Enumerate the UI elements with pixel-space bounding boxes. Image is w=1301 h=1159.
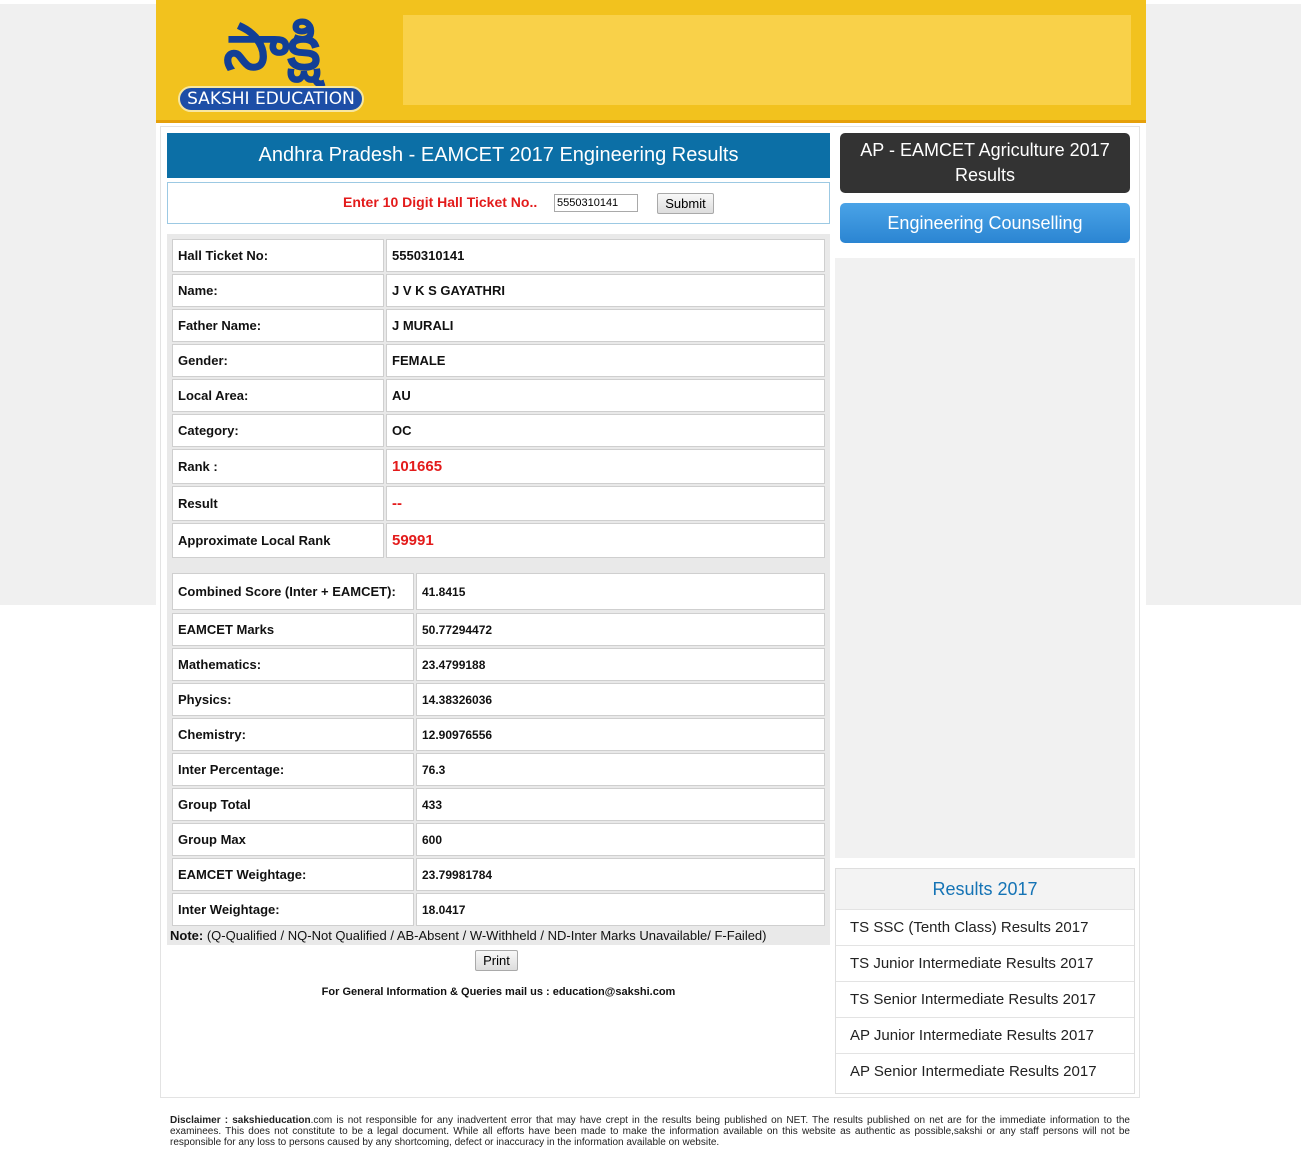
hall-ticket-form: Enter 10 Digit Hall Ticket No.. Submit [167,182,830,224]
results-links-panel: Results 2017 TS SSC (Tenth Class) Result… [835,868,1135,1094]
score-field-value: 23.79981784 [416,858,825,891]
header-ad-banner [403,15,1131,105]
agriculture-results-button[interactable]: AP - EAMCET Agriculture 2017 Results [840,133,1130,193]
legend-note: Note: (Q-Qualified / NQ-Not Qualified / … [170,928,767,943]
results-link[interactable]: TS Junior Intermediate Results 2017 [836,946,1134,982]
engineering-counselling-button[interactable]: Engineering Counselling [840,203,1130,243]
site-header: సాక్షి SAKSHI EDUCATION [156,0,1146,123]
candidate-field-value: OC [386,414,825,447]
hall-ticket-label: Enter 10 Digit Hall Ticket No.. [343,194,538,210]
candidate-field-label: Name: [172,274,384,307]
results-link[interactable]: TS Senior Intermediate Results 2017 [836,982,1134,1018]
logo-script: సాక్షి [223,11,320,85]
note-label: Note: [170,928,204,943]
score-field-label: Physics: [172,683,414,716]
score-field-value: 50.77294472 [416,613,825,646]
results-link[interactable]: AP Senior Intermediate Results 2017 [836,1054,1134,1089]
score-field-value: 14.38326036 [416,683,825,716]
note-text: (Q-Qualified / NQ-Not Qualified / AB-Abs… [203,928,767,943]
score-field-label: Group Total [172,788,414,821]
disclaimer-label: Disclaimer : [170,1115,233,1126]
candidate-field-value: 59991 [386,523,825,558]
candidate-field-value: J V K S GAYATHRI [386,274,825,307]
candidate-field-label: Gender: [172,344,384,377]
candidate-field-label: Hall Ticket No: [172,239,384,272]
score-field-label: Chemistry: [172,718,414,751]
results-link[interactable]: AP Junior Intermediate Results 2017 [836,1018,1134,1054]
candidate-field-label: Father Name: [172,309,384,342]
candidate-field-label: Category: [172,414,384,447]
results-link[interactable]: TS SSC (Tenth Class) Results 2017 [836,910,1134,946]
candidate-field-label: Result [172,486,384,521]
score-field-value: 433 [416,788,825,821]
candidate-field-value: FEMALE [386,344,825,377]
results-links-heading: Results 2017 [836,869,1134,910]
candidate-field-value: 101665 [386,449,825,484]
submit-button[interactable]: Submit [657,193,714,214]
score-field-value: 600 [416,823,825,856]
candidate-field-value: 5550310141 [386,239,825,272]
right-background [1146,4,1301,605]
hall-ticket-input[interactable] [554,194,638,212]
left-background [0,4,156,605]
logo-badge: SAKSHI EDUCATION [178,86,364,112]
candidate-field-label: Approximate Local Rank [172,523,384,558]
disclaimer: Disclaimer : sakshieducation.com is not … [170,1115,1130,1148]
score-field-label: Inter Weightage: [172,893,414,926]
score-field-label: EAMCET Weightage: [172,858,414,891]
score-field-label: Group Max [172,823,414,856]
score-field-value: 23.4799188 [416,648,825,681]
disclaimer-site: sakshieducation [232,1115,311,1126]
score-field-label: Combined Score (Inter + EAMCET): [172,573,414,610]
print-button[interactable]: Print [475,950,518,971]
score-field-value: 76.3 [416,753,825,786]
sakshi-logo[interactable]: సాక్షి SAKSHI EDUCATION [178,12,364,112]
score-field-label: Mathematics: [172,648,414,681]
score-field-value: 12.90976556 [416,718,825,751]
sidebar-ad [835,258,1135,858]
candidate-field-value: J MURALI [386,309,825,342]
candidate-field-value: -- [386,486,825,521]
disclaimer-text: .com is not responsible for any inadvert… [170,1115,1130,1148]
score-field-label: EAMCET Marks [172,613,414,646]
candidate-field-value: AU [386,379,825,412]
candidate-field-label: Local Area: [172,379,384,412]
score-field-value: 41.8415 [416,573,825,610]
page-title: Andhra Pradesh - EAMCET 2017 Engineering… [167,133,830,178]
score-field-label: Inter Percentage: [172,753,414,786]
score-field-value: 18.0417 [416,893,825,926]
contact-info: For General Information & Queries mail u… [321,986,676,998]
candidate-field-label: Rank : [172,449,384,484]
